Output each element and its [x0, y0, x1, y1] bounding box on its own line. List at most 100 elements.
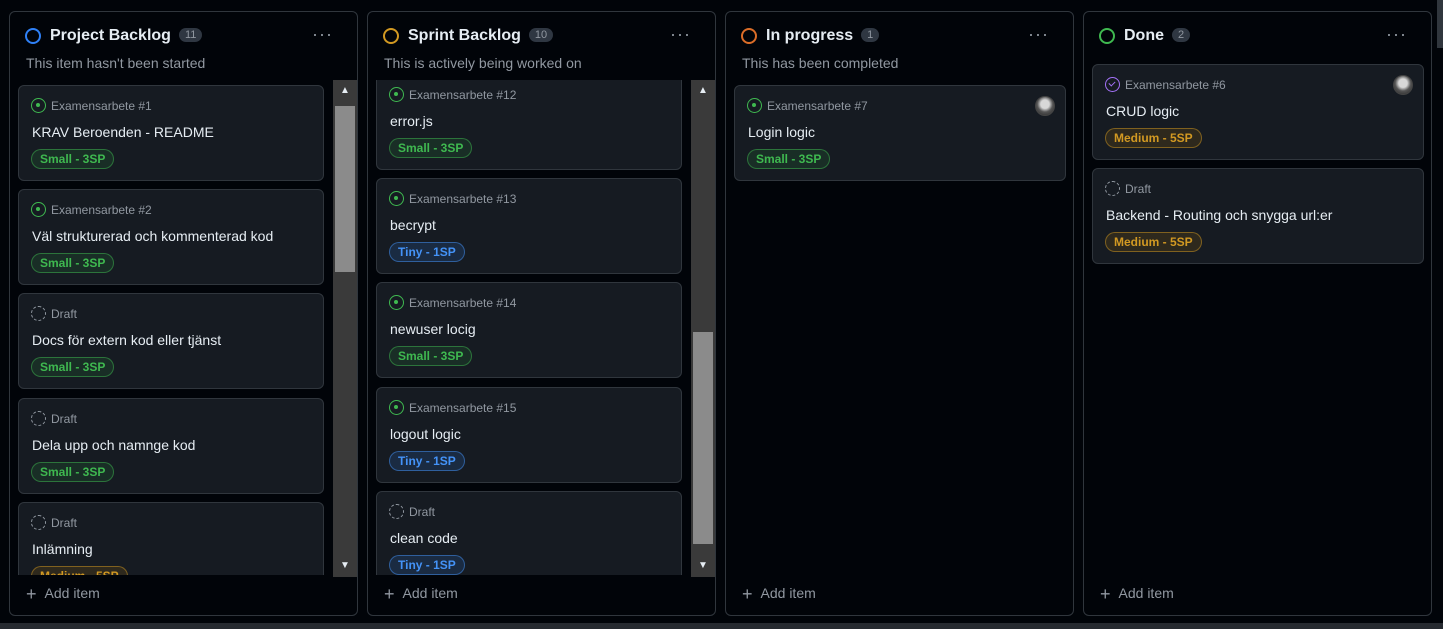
scroll-thumb[interactable] [335, 106, 355, 272]
closed-issue-icon [1105, 77, 1120, 92]
size-badge: Tiny - 1SP [389, 242, 465, 262]
card-title[interactable]: Backend - Routing och snygga url:er [1106, 207, 1332, 223]
size-badge: Small - 3SP [389, 346, 473, 366]
scroll-up-arrow-icon[interactable]: ▲ [333, 82, 357, 100]
card-item[interactable]: Examensarbete #12 error.js Small - 3SP [376, 80, 682, 170]
scroll-thumb[interactable] [693, 332, 713, 544]
size-badge: Small - 3SP [31, 149, 115, 169]
card-title[interactable]: Dela upp och namnge kod [32, 437, 195, 453]
avatar[interactable] [1393, 75, 1413, 95]
status-circle-icon [741, 28, 757, 44]
card-item[interactable]: Examensarbete #6 CRUD logic Medium - 5SP [1092, 64, 1424, 160]
card-title[interactable]: newuser locig [390, 321, 476, 337]
card-title[interactable]: Docs för extern kod eller tjänst [32, 332, 221, 348]
card-meta: Draft [409, 505, 436, 519]
scrollbar[interactable]: ▲ ▼ [333, 80, 357, 577]
status-circle-icon [383, 28, 399, 44]
scroll-down-arrow-icon[interactable]: ▼ [333, 557, 357, 575]
card-list: Examensarbete #7 Login logic Small - 3SP [726, 80, 1073, 575]
size-badge: Small - 3SP [31, 253, 115, 273]
size-badge: Medium - 5SP [1105, 128, 1202, 148]
draft-icon [31, 411, 46, 426]
column-description: This item hasn't been started [26, 55, 206, 71]
size-badge: Medium - 5SP [1105, 232, 1202, 252]
project-board: Project Backlog 11 ··· This item hasn't b… [0, 0, 1443, 629]
open-issue-icon [389, 400, 404, 415]
card-title[interactable]: CRUD logic [1106, 103, 1179, 119]
open-issue-icon [389, 295, 404, 310]
status-circle-icon [25, 28, 41, 44]
item-count-badge: 2 [1172, 28, 1191, 42]
card-meta: Examensarbete #12 [409, 88, 517, 102]
scroll-down-arrow-icon[interactable]: ▼ [691, 557, 715, 575]
card-meta: Examensarbete #14 [409, 296, 517, 310]
card-item[interactable]: Examensarbete #14 newuser locig Small - … [376, 282, 682, 378]
plus-icon: + [742, 584, 753, 604]
column-menu-icon[interactable]: ··· [1028, 24, 1049, 45]
scroll-up-arrow-icon[interactable]: ▲ [691, 82, 715, 100]
card-title[interactable]: error.js [390, 113, 433, 129]
plus-icon: + [26, 584, 37, 604]
card-item[interactable]: Examensarbete #7 Login logic Small - 3SP [734, 85, 1066, 181]
add-item-button[interactable]: + Add item [742, 584, 816, 605]
card-title[interactable]: KRAV Beroenden - README [32, 124, 214, 140]
size-badge: Medium - 5SP [31, 566, 128, 575]
card-item[interactable]: Draft Backend - Routing och snygga url:e… [1092, 168, 1424, 264]
card-item[interactable]: Draft Dela upp och namnge kod Small - 3S… [18, 398, 324, 494]
open-issue-icon [31, 98, 46, 113]
draft-icon [389, 504, 404, 519]
size-badge: Small - 3SP [31, 462, 115, 482]
card-title[interactable]: becrypt [390, 217, 436, 233]
size-badge: Small - 3SP [31, 357, 115, 377]
column-menu-icon[interactable]: ··· [670, 24, 691, 45]
column-header: In progress 1 ··· This has been completed [726, 12, 1073, 82]
column-project-backlog: Project Backlog 11 ··· This item hasn't b… [9, 11, 358, 616]
column-menu-icon[interactable]: ··· [1386, 24, 1407, 45]
open-issue-icon [747, 98, 762, 113]
scrollbar[interactable]: ▲ ▼ [691, 80, 715, 577]
card-title[interactable]: clean code [390, 530, 458, 546]
add-item-button[interactable]: + Add item [1100, 584, 1174, 605]
card-item[interactable]: Examensarbete #2 Väl strukturerad och ko… [18, 189, 324, 285]
card-meta: Examensarbete #1 [51, 99, 152, 113]
window-edge [1437, 0, 1443, 48]
plus-icon: + [384, 584, 395, 604]
plus-icon: + [1100, 584, 1111, 604]
card-item[interactable]: Examensarbete #1 KRAV Beroenden - README… [18, 85, 324, 181]
card-title[interactable]: Login logic [748, 124, 815, 140]
column-title: Project Backlog 11 [50, 27, 203, 45]
card-meta: Examensarbete #7 [767, 99, 868, 113]
card-item[interactable]: Draft clean code Tiny - 1SP [376, 491, 682, 575]
horizontal-scrollbar[interactable] [0, 623, 1443, 629]
card-title[interactable]: Väl strukturerad och kommenterad kod [32, 228, 273, 244]
card-meta: Draft [1125, 182, 1152, 196]
card-meta: Examensarbete #6 [1125, 78, 1226, 92]
card-item[interactable]: Examensarbete #15 logout logic Tiny - 1S… [376, 387, 682, 483]
card-item[interactable]: Draft Docs för extern kod eller tjänst S… [18, 293, 324, 389]
column-menu-icon[interactable]: ··· [312, 24, 333, 45]
add-item-button[interactable]: + Add item [26, 584, 100, 605]
card-meta: Draft [51, 412, 78, 426]
open-issue-icon [389, 87, 404, 102]
card-item[interactable]: Draft Inlämning Medium - 5SP [18, 502, 324, 575]
item-count-badge: 11 [178, 28, 203, 42]
size-badge: Tiny - 1SP [389, 451, 465, 471]
column-done: Done 2 ··· Examensarbete #6 CRUD logic Me… [1083, 11, 1432, 616]
open-issue-icon [31, 202, 46, 217]
column-description: This has been completed [742, 55, 899, 71]
card-item[interactable]: Examensarbete #13 becrypt Tiny - 1SP [376, 178, 682, 274]
draft-icon [31, 306, 46, 321]
card-title[interactable]: Inlämning [32, 541, 93, 557]
card-title[interactable]: logout logic [390, 426, 461, 442]
column-sprint-backlog: Sprint Backlog 10 ··· This is actively be… [367, 11, 716, 616]
card-list: Examensarbete #6 CRUD logic Medium - 5SP… [1084, 64, 1431, 575]
card-meta: Draft [51, 307, 78, 321]
size-badge: Small - 3SP [747, 149, 831, 169]
column-title: Sprint Backlog 10 [408, 27, 554, 45]
open-issue-icon [389, 191, 404, 206]
avatar[interactable] [1035, 96, 1055, 116]
column-header: Sprint Backlog 10 ··· This is actively be… [368, 12, 715, 82]
add-item-button[interactable]: + Add item [384, 584, 458, 605]
column-title: Done 2 [1124, 27, 1191, 45]
draft-icon [1105, 181, 1120, 196]
